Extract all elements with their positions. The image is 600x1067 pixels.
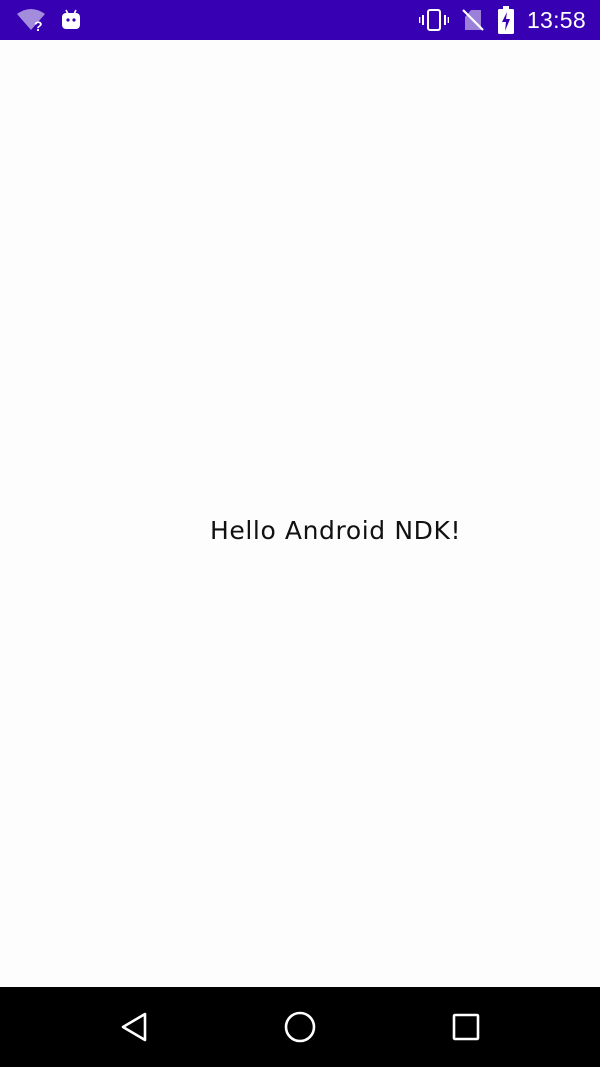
hello-text: Hello Android NDK! bbox=[210, 516, 462, 545]
wifi-unknown-icon: ? bbox=[16, 8, 46, 32]
home-icon bbox=[283, 1010, 317, 1044]
device-screen: ? 13:58 Hello Android NDK! bbox=[0, 0, 600, 1067]
svg-text:?: ? bbox=[34, 18, 43, 32]
back-icon bbox=[119, 1011, 149, 1043]
battery-charging-icon bbox=[497, 6, 515, 34]
no-sim-icon bbox=[461, 8, 485, 32]
recents-icon bbox=[451, 1012, 481, 1042]
status-clock: 13:58 bbox=[526, 6, 586, 33]
android-notification-icon bbox=[60, 9, 82, 31]
recents-button[interactable] bbox=[444, 1007, 488, 1047]
app-content: Hello Android NDK! bbox=[0, 40, 600, 987]
back-button[interactable] bbox=[112, 1007, 156, 1047]
vibrate-icon bbox=[418, 8, 449, 32]
status-bar: ? 13:58 bbox=[0, 0, 600, 40]
navigation-bar bbox=[0, 987, 600, 1067]
home-button[interactable] bbox=[278, 1007, 322, 1047]
